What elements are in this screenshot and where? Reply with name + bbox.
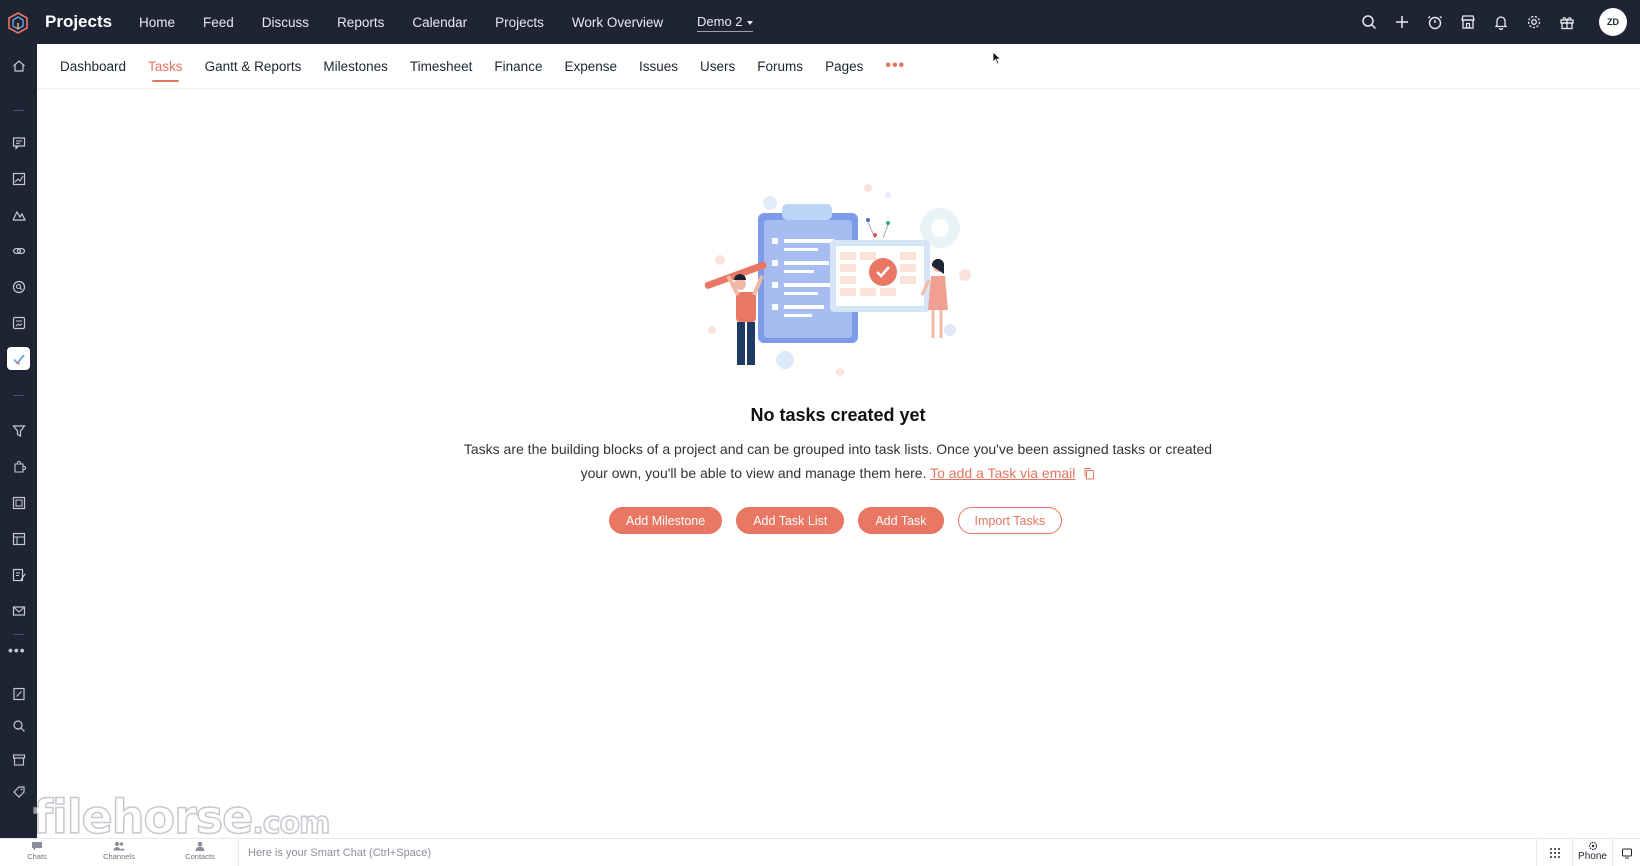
empty-state-description: Tasks are the building blocks of a proje… bbox=[460, 437, 1216, 485]
phone-label: Phone bbox=[1578, 851, 1607, 862]
table-icon[interactable] bbox=[7, 527, 30, 550]
phone-button[interactable]: Phone bbox=[1572, 839, 1612, 866]
nav-home[interactable]: Home bbox=[139, 15, 175, 30]
app-title: Projects bbox=[45, 12, 113, 31]
watermark: filehorse.com bbox=[32, 789, 332, 845]
chats-tab-label: Chats bbox=[27, 852, 47, 861]
nav-work-overview[interactable]: Work Overview bbox=[572, 15, 663, 30]
nav-reports[interactable]: Reports bbox=[337, 15, 384, 30]
watermark-main: filehorse bbox=[32, 789, 254, 845]
smart-chat-input[interactable]: Here is your Smart Chat (Ctrl+Space) bbox=[248, 847, 431, 859]
tab-milestones[interactable]: Milestones bbox=[323, 59, 388, 74]
tab-expense[interactable]: Expense bbox=[564, 59, 617, 74]
portal-switcher[interactable]: Demo 2 bbox=[697, 14, 753, 32]
search-icon[interactable] bbox=[1352, 0, 1385, 44]
chat-bubble-icon bbox=[32, 842, 42, 851]
rail-divider bbox=[13, 110, 24, 111]
mouse-cursor-icon bbox=[992, 51, 1002, 65]
rail-divider bbox=[13, 634, 24, 635]
header-actions: ZD bbox=[1352, 0, 1640, 44]
nav-feed[interactable]: Feed bbox=[203, 15, 234, 30]
contacts-tab-label: Contacts bbox=[185, 852, 215, 861]
chevron-down-icon bbox=[746, 20, 753, 25]
tray-icon bbox=[1621, 848, 1632, 858]
group-icon bbox=[113, 842, 125, 851]
import-tasks-button[interactable]: Import Tasks bbox=[957, 507, 1063, 534]
project-tabs: Dashboard Tasks Gantt & Reports Mileston… bbox=[37, 44, 1640, 89]
search-circle-icon[interactable] bbox=[7, 275, 30, 298]
more-tabs-icon[interactable]: ••• bbox=[885, 57, 905, 75]
tab-timesheet[interactable]: Timesheet bbox=[410, 59, 473, 74]
chat-bar: Chats Channels Contacts Here is your Sma… bbox=[0, 838, 1640, 866]
note-icon[interactable] bbox=[7, 682, 30, 705]
add-task-list-button[interactable]: Add Task List bbox=[736, 507, 845, 534]
tasks-check-icon[interactable] bbox=[7, 347, 30, 370]
portal-name: Demo 2 bbox=[697, 14, 743, 29]
reports-icon[interactable] bbox=[7, 167, 30, 190]
timer-icon[interactable] bbox=[1418, 0, 1451, 44]
mail-icon[interactable] bbox=[7, 599, 30, 622]
app-logo-icon[interactable] bbox=[6, 11, 30, 35]
gear-icon[interactable] bbox=[1517, 0, 1550, 44]
link-icon[interactable] bbox=[7, 239, 30, 262]
watermark-suffix: .com bbox=[252, 805, 332, 842]
feed-icon[interactable] bbox=[7, 131, 30, 154]
empty-state-actions: Add Milestone Add Task List Add Task Imp… bbox=[609, 507, 1076, 534]
tab-users[interactable]: Users bbox=[700, 59, 735, 74]
chats-tab[interactable]: Chats bbox=[12, 841, 62, 861]
archive-icon[interactable] bbox=[7, 748, 30, 771]
user-icon bbox=[195, 841, 205, 851]
empty-tasks-illustration bbox=[704, 184, 971, 376]
bell-icon[interactable] bbox=[1484, 0, 1517, 44]
zoom-icon[interactable] bbox=[7, 714, 30, 737]
phone-gear-icon bbox=[1588, 841, 1597, 851]
rail-divider bbox=[13, 395, 24, 396]
tab-forums[interactable]: Forums bbox=[757, 59, 803, 74]
channels-tab[interactable]: Channels bbox=[94, 841, 144, 861]
contacts-tab[interactable]: Contacts bbox=[175, 841, 225, 861]
tab-gantt-reports[interactable]: Gantt & Reports bbox=[205, 59, 302, 74]
left-rail: ••• bbox=[0, 44, 37, 838]
grid-dots-icon bbox=[1549, 847, 1560, 858]
tab-tasks[interactable]: Tasks bbox=[148, 59, 183, 82]
home-icon[interactable] bbox=[7, 54, 30, 77]
tab-dashboard[interactable]: Dashboard bbox=[60, 59, 126, 74]
empty-state-text: Tasks are the building blocks of a proje… bbox=[463, 441, 1213, 481]
nav-projects[interactable]: Projects bbox=[495, 15, 544, 30]
tab-issues[interactable]: Issues bbox=[639, 59, 678, 74]
top-header: Projects Home Feed Discuss Reports Calen… bbox=[0, 0, 1640, 44]
tag-icon[interactable] bbox=[7, 780, 30, 803]
add-icon[interactable] bbox=[1385, 0, 1418, 44]
top-nav: Home Feed Discuss Reports Calendar Proje… bbox=[139, 0, 691, 44]
chat-divider bbox=[238, 839, 239, 866]
mountain-icon[interactable] bbox=[7, 203, 30, 226]
empty-state-title: No tasks created yet bbox=[750, 405, 926, 425]
nav-discuss[interactable]: Discuss bbox=[262, 15, 309, 30]
gift-icon[interactable] bbox=[1550, 0, 1583, 44]
nav-calendar[interactable]: Calendar bbox=[412, 15, 467, 30]
notification-tray-icon[interactable] bbox=[1612, 839, 1640, 866]
avatar[interactable]: ZD bbox=[1599, 8, 1627, 36]
add-task-button[interactable]: Add Task bbox=[858, 507, 944, 534]
apps-grid-icon[interactable] bbox=[1536, 839, 1572, 866]
more-icon[interactable]: ••• bbox=[8, 642, 26, 658]
tab-finance[interactable]: Finance bbox=[494, 59, 542, 74]
copy-icon[interactable] bbox=[1083, 467, 1095, 480]
chat-bar-actions: Phone bbox=[1536, 839, 1640, 866]
gallery-icon[interactable] bbox=[7, 491, 30, 514]
puzzle-icon[interactable] bbox=[7, 455, 30, 478]
tab-pages[interactable]: Pages bbox=[825, 59, 863, 74]
edit-doc-icon[interactable] bbox=[7, 563, 30, 586]
add-milestone-button[interactable]: Add Milestone bbox=[609, 507, 723, 534]
store-icon[interactable] bbox=[1451, 0, 1484, 44]
board-icon[interactable] bbox=[7, 311, 30, 334]
channels-tab-label: Channels bbox=[103, 852, 135, 861]
add-task-via-email-link[interactable]: To add a Task via email bbox=[930, 465, 1075, 481]
